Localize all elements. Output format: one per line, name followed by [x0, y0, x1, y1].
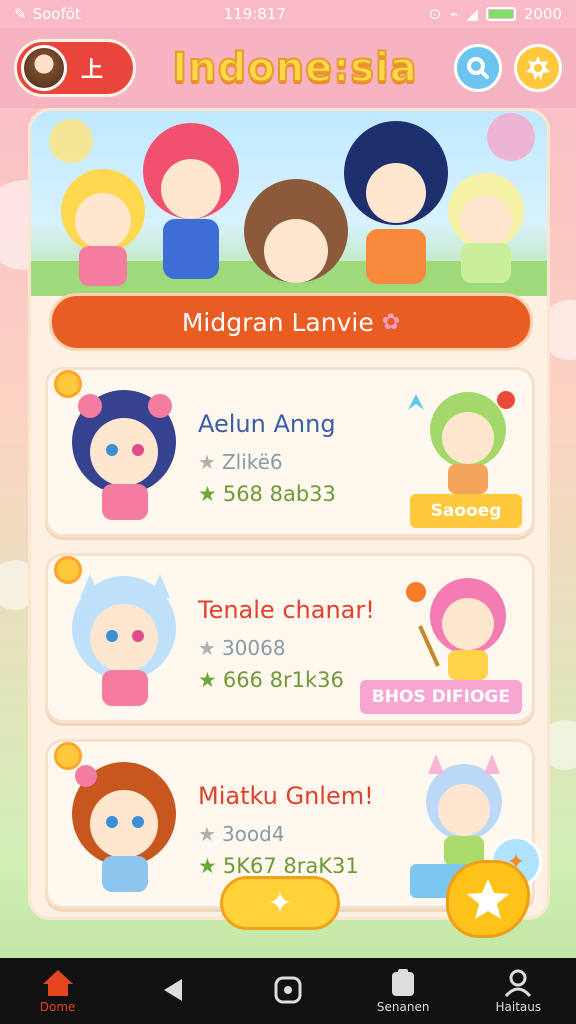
character-portrait [72, 390, 176, 520]
bottom-navigation: Dome Senanen Haitaus [0, 958, 576, 1024]
app-title: Indone:sia [171, 44, 418, 92]
character-ribbon: BHOS DIFIOGE [359, 680, 522, 714]
nav-camera[interactable] [240, 975, 336, 1007]
character-card[interactable]: Tenale chanar! ★ 30068 ★ 666 8r1k36 BHOS D… [45, 553, 535, 723]
nav-label: Senanen [376, 1000, 430, 1014]
nav-label: Haitaus [495, 1000, 542, 1014]
person-icon [505, 969, 532, 998]
search-button[interactable] [454, 44, 502, 92]
battery-text: 2000 [523, 5, 562, 23]
camera-icon [274, 976, 302, 1004]
character-stat: 568 8ab33 [222, 482, 336, 506]
star-icon: ★ [198, 636, 216, 660]
character-stat: Zlikë6 [221, 450, 283, 474]
signal-icon: ◢ [466, 5, 478, 23]
sparkle-icon: ✿ [381, 309, 401, 335]
star-icon [467, 879, 509, 919]
nav-back[interactable] [125, 975, 221, 1007]
clock: 119:817 [223, 5, 286, 23]
nav-home[interactable]: Dome [10, 968, 106, 1014]
star-icon: ★ [198, 668, 217, 692]
favorite-button[interactable] [446, 860, 530, 938]
side-character [406, 578, 506, 680]
star-action-button[interactable]: ✦ [220, 876, 340, 930]
alarm-icon: ⊙ [428, 5, 442, 23]
home-icon [42, 970, 73, 996]
characters-illustration [31, 113, 547, 296]
event-banner[interactable]: Midgran Lanvie ✿ [49, 293, 533, 351]
star-icon: ★ [198, 450, 216, 474]
nav-label: Dome [39, 1000, 76, 1014]
banner-text: Midgran Lanvie [181, 307, 374, 337]
gear-icon [526, 56, 550, 80]
character-name: Aelun Anng [198, 410, 336, 438]
profile-label: 上 [81, 58, 104, 83]
hero-illustration [31, 111, 547, 296]
character-stat: 666 8r1k36 [222, 668, 344, 692]
character-stat: 3ood4 [221, 822, 285, 846]
battery-icon [485, 7, 516, 21]
profile-button[interactable]: 上 [14, 39, 136, 97]
settings-button[interactable] [514, 44, 562, 92]
star-icon: ★ [198, 854, 217, 878]
star-icon: ★ [198, 482, 217, 506]
character-stat: 30068 [221, 636, 286, 660]
back-icon [163, 979, 182, 1001]
character-name: Miatku Gnlem! [198, 782, 374, 810]
carrier-label: Sooföt [32, 5, 81, 23]
character-ribbon: Saooeg [410, 494, 522, 528]
star-icon: ★ [198, 822, 216, 846]
nav-clipboard[interactable]: Senanen [355, 968, 451, 1014]
notification-icon: ✎ [14, 5, 27, 23]
sparkle-icon: ✦ [267, 885, 293, 921]
avatar [21, 45, 67, 91]
character-stat: 5K67 8raK31 [222, 854, 359, 878]
character-card[interactable]: Aelun Anng ★ Zlikë6 ★ 568 8ab33 Saooeg [45, 367, 535, 537]
wifi-icon: ⌁ [449, 5, 459, 23]
nav-profile[interactable]: Haitaus [470, 968, 566, 1014]
search-icon [467, 57, 489, 79]
clipboard-icon [392, 969, 415, 996]
main-panel: Midgran Lanvie ✿ Aelun Anng ★ Zlikë6 ★ 568… [28, 108, 550, 920]
app-header: 上 Indone:sia [0, 28, 576, 108]
character-portrait [72, 762, 176, 892]
character-portrait [72, 574, 176, 706]
character-name: Tenale chanar! [198, 596, 375, 624]
side-character [408, 391, 515, 494]
status-bar: ✎ Sooföt 119:817 ⊙ ⌁ ◢ 2000 [0, 0, 576, 28]
